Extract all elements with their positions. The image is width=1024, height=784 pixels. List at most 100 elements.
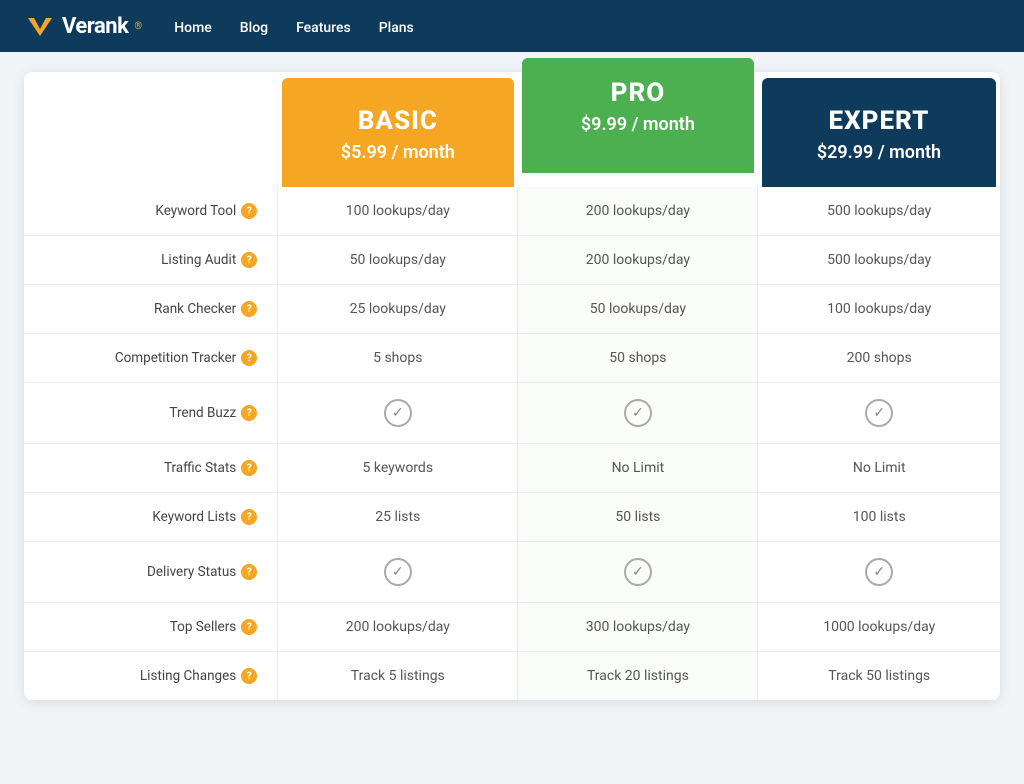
help-icon[interactable]: ? (241, 405, 257, 421)
nav-home[interactable]: Home (174, 20, 212, 36)
feature-value-cell: 200 shops (758, 334, 1000, 383)
help-icon[interactable]: ? (241, 668, 257, 684)
help-icon[interactable]: ? (241, 509, 257, 525)
feature-value-cell: ✓ (758, 542, 1000, 603)
feature-value-cell: 25 lists (278, 493, 518, 542)
feature-col-header (24, 72, 278, 187)
basic-plan-card: BASIC $5.99 / month (282, 78, 514, 187)
nav-features[interactable]: Features (296, 20, 351, 36)
nav-blog[interactable]: Blog (240, 20, 268, 36)
expert-plan-price: $29.99 / month (782, 142, 976, 163)
logo-icon (24, 10, 56, 42)
feature-label-text: Top Sellers (170, 619, 236, 635)
check-icon: ✓ (865, 399, 893, 427)
feature-label-text: Rank Checker (154, 301, 236, 317)
feature-label-cell: Keyword Lists ? (24, 493, 278, 542)
pro-plan-header: PRO $9.99 / month (518, 72, 758, 187)
pro-plan-price: $9.99 / month (542, 114, 734, 135)
basic-plan-price: $5.99 / month (302, 142, 494, 163)
feature-label-text: Competition Tracker (115, 350, 236, 366)
feature-label-text: Traffic Stats (164, 460, 236, 476)
feature-label-cell: Listing Changes ? (24, 652, 278, 701)
brand-name: Verank (62, 14, 128, 39)
feature-row: Traffic Stats ? 5 keywordsNo LimitNo Lim… (24, 444, 1000, 493)
brand-trademark: ® (134, 21, 142, 32)
feature-row: Rank Checker ? 25 lookups/day50 lookups/… (24, 285, 1000, 334)
features-body: Keyword Tool ? 100 lookups/day200 lookup… (24, 187, 1000, 700)
feature-value-cell: 50 shops (518, 334, 758, 383)
expert-plan-name: EXPERT (782, 106, 976, 136)
logo[interactable]: Verank ® (24, 10, 142, 42)
feature-value-cell: 500 lookups/day (758, 236, 1000, 285)
feature-label-cell: Rank Checker ? (24, 285, 278, 334)
feature-value-cell: 50 lists (518, 493, 758, 542)
help-icon[interactable]: ? (241, 619, 257, 635)
feature-value-cell: 100 lookups/day (278, 187, 518, 236)
feature-value-cell: No Limit (518, 444, 758, 493)
help-icon[interactable]: ? (241, 460, 257, 476)
feature-label-text: Listing Changes (140, 668, 236, 684)
check-icon: ✓ (384, 399, 412, 427)
check-icon: ✓ (624, 399, 652, 427)
feature-value-cell: 300 lookups/day (518, 603, 758, 652)
pricing-section: BASIC $5.99 / month PRO $9.99 / month EX… (12, 52, 1012, 720)
feature-value-cell: 100 lists (758, 493, 1000, 542)
check-icon: ✓ (624, 558, 652, 586)
pro-plan-name: PRO (542, 78, 734, 108)
feature-label-cell: Listing Audit ? (24, 236, 278, 285)
feature-value-cell: ✓ (278, 383, 518, 444)
expert-plan-card: EXPERT $29.99 / month (762, 78, 996, 187)
feature-row: Competition Tracker ? 5 shops50 shops200… (24, 334, 1000, 383)
help-icon[interactable]: ? (241, 301, 257, 317)
help-icon[interactable]: ? (241, 350, 257, 366)
feature-value-cell: ✓ (278, 542, 518, 603)
feature-row: Delivery Status ? ✓ ✓ ✓ (24, 542, 1000, 603)
feature-label-text: Keyword Lists (152, 509, 236, 525)
pricing-table: BASIC $5.99 / month PRO $9.99 / month EX… (24, 72, 1000, 700)
feature-label-cell: Traffic Stats ? (24, 444, 278, 493)
feature-label-text: Delivery Status (147, 564, 236, 580)
feature-value-cell: No Limit (758, 444, 1000, 493)
feature-value-cell: 1000 lookups/day (758, 603, 1000, 652)
basic-plan-name: BASIC (302, 106, 494, 136)
feature-value-cell: 500 lookups/day (758, 187, 1000, 236)
feature-value-cell: 5 shops (278, 334, 518, 383)
feature-value-cell: 200 lookups/day (518, 187, 758, 236)
feature-value-cell: 50 lookups/day (518, 285, 758, 334)
feature-label-cell: Top Sellers ? (24, 603, 278, 652)
feature-label-cell: Keyword Tool ? (24, 187, 278, 236)
expert-plan-header: EXPERT $29.99 / month (758, 72, 1000, 187)
feature-row: Trend Buzz ? ✓ ✓ ✓ (24, 383, 1000, 444)
feature-row: Listing Changes ? Track 5 listingsTrack … (24, 652, 1000, 701)
pro-plan-card: PRO $9.99 / month (522, 58, 754, 173)
feature-row: Keyword Tool ? 100 lookups/day200 lookup… (24, 187, 1000, 236)
feature-value-cell: Track 20 listings (518, 652, 758, 701)
help-icon[interactable]: ? (241, 564, 257, 580)
help-icon[interactable]: ? (241, 252, 257, 268)
feature-label-text: Trend Buzz (169, 405, 236, 421)
help-icon[interactable]: ? (241, 203, 257, 219)
feature-value-cell: Track 5 listings (278, 652, 518, 701)
feature-row: Keyword Lists ? 25 lists50 lists100 list… (24, 493, 1000, 542)
feature-value-cell: 100 lookups/day (758, 285, 1000, 334)
feature-value-cell: 25 lookups/day (278, 285, 518, 334)
feature-label-cell: Trend Buzz ? (24, 383, 278, 444)
feature-value-cell: 200 lookups/day (518, 236, 758, 285)
feature-label-text: Listing Audit (161, 252, 236, 268)
feature-row: Listing Audit ? 50 lookups/day200 lookup… (24, 236, 1000, 285)
feature-value-cell: 5 keywords (278, 444, 518, 493)
feature-row: Top Sellers ? 200 lookups/day300 lookups… (24, 603, 1000, 652)
feature-label-cell: Delivery Status ? (24, 542, 278, 603)
feature-value-cell: Track 50 listings (758, 652, 1000, 701)
plans-header-row: BASIC $5.99 / month PRO $9.99 / month EX… (24, 72, 1000, 187)
check-icon: ✓ (865, 558, 893, 586)
feature-value-cell: ✓ (758, 383, 1000, 444)
nav-links: Home Blog Features Plans (174, 17, 414, 36)
feature-label-text: Keyword Tool (155, 203, 236, 219)
basic-plan-header: BASIC $5.99 / month (278, 72, 518, 187)
feature-label-cell: Competition Tracker ? (24, 334, 278, 383)
check-icon: ✓ (384, 558, 412, 586)
feature-value-cell: ✓ (518, 383, 758, 444)
nav-plans[interactable]: Plans (379, 20, 414, 36)
navbar: Verank ® Home Blog Features Plans (0, 0, 1024, 52)
